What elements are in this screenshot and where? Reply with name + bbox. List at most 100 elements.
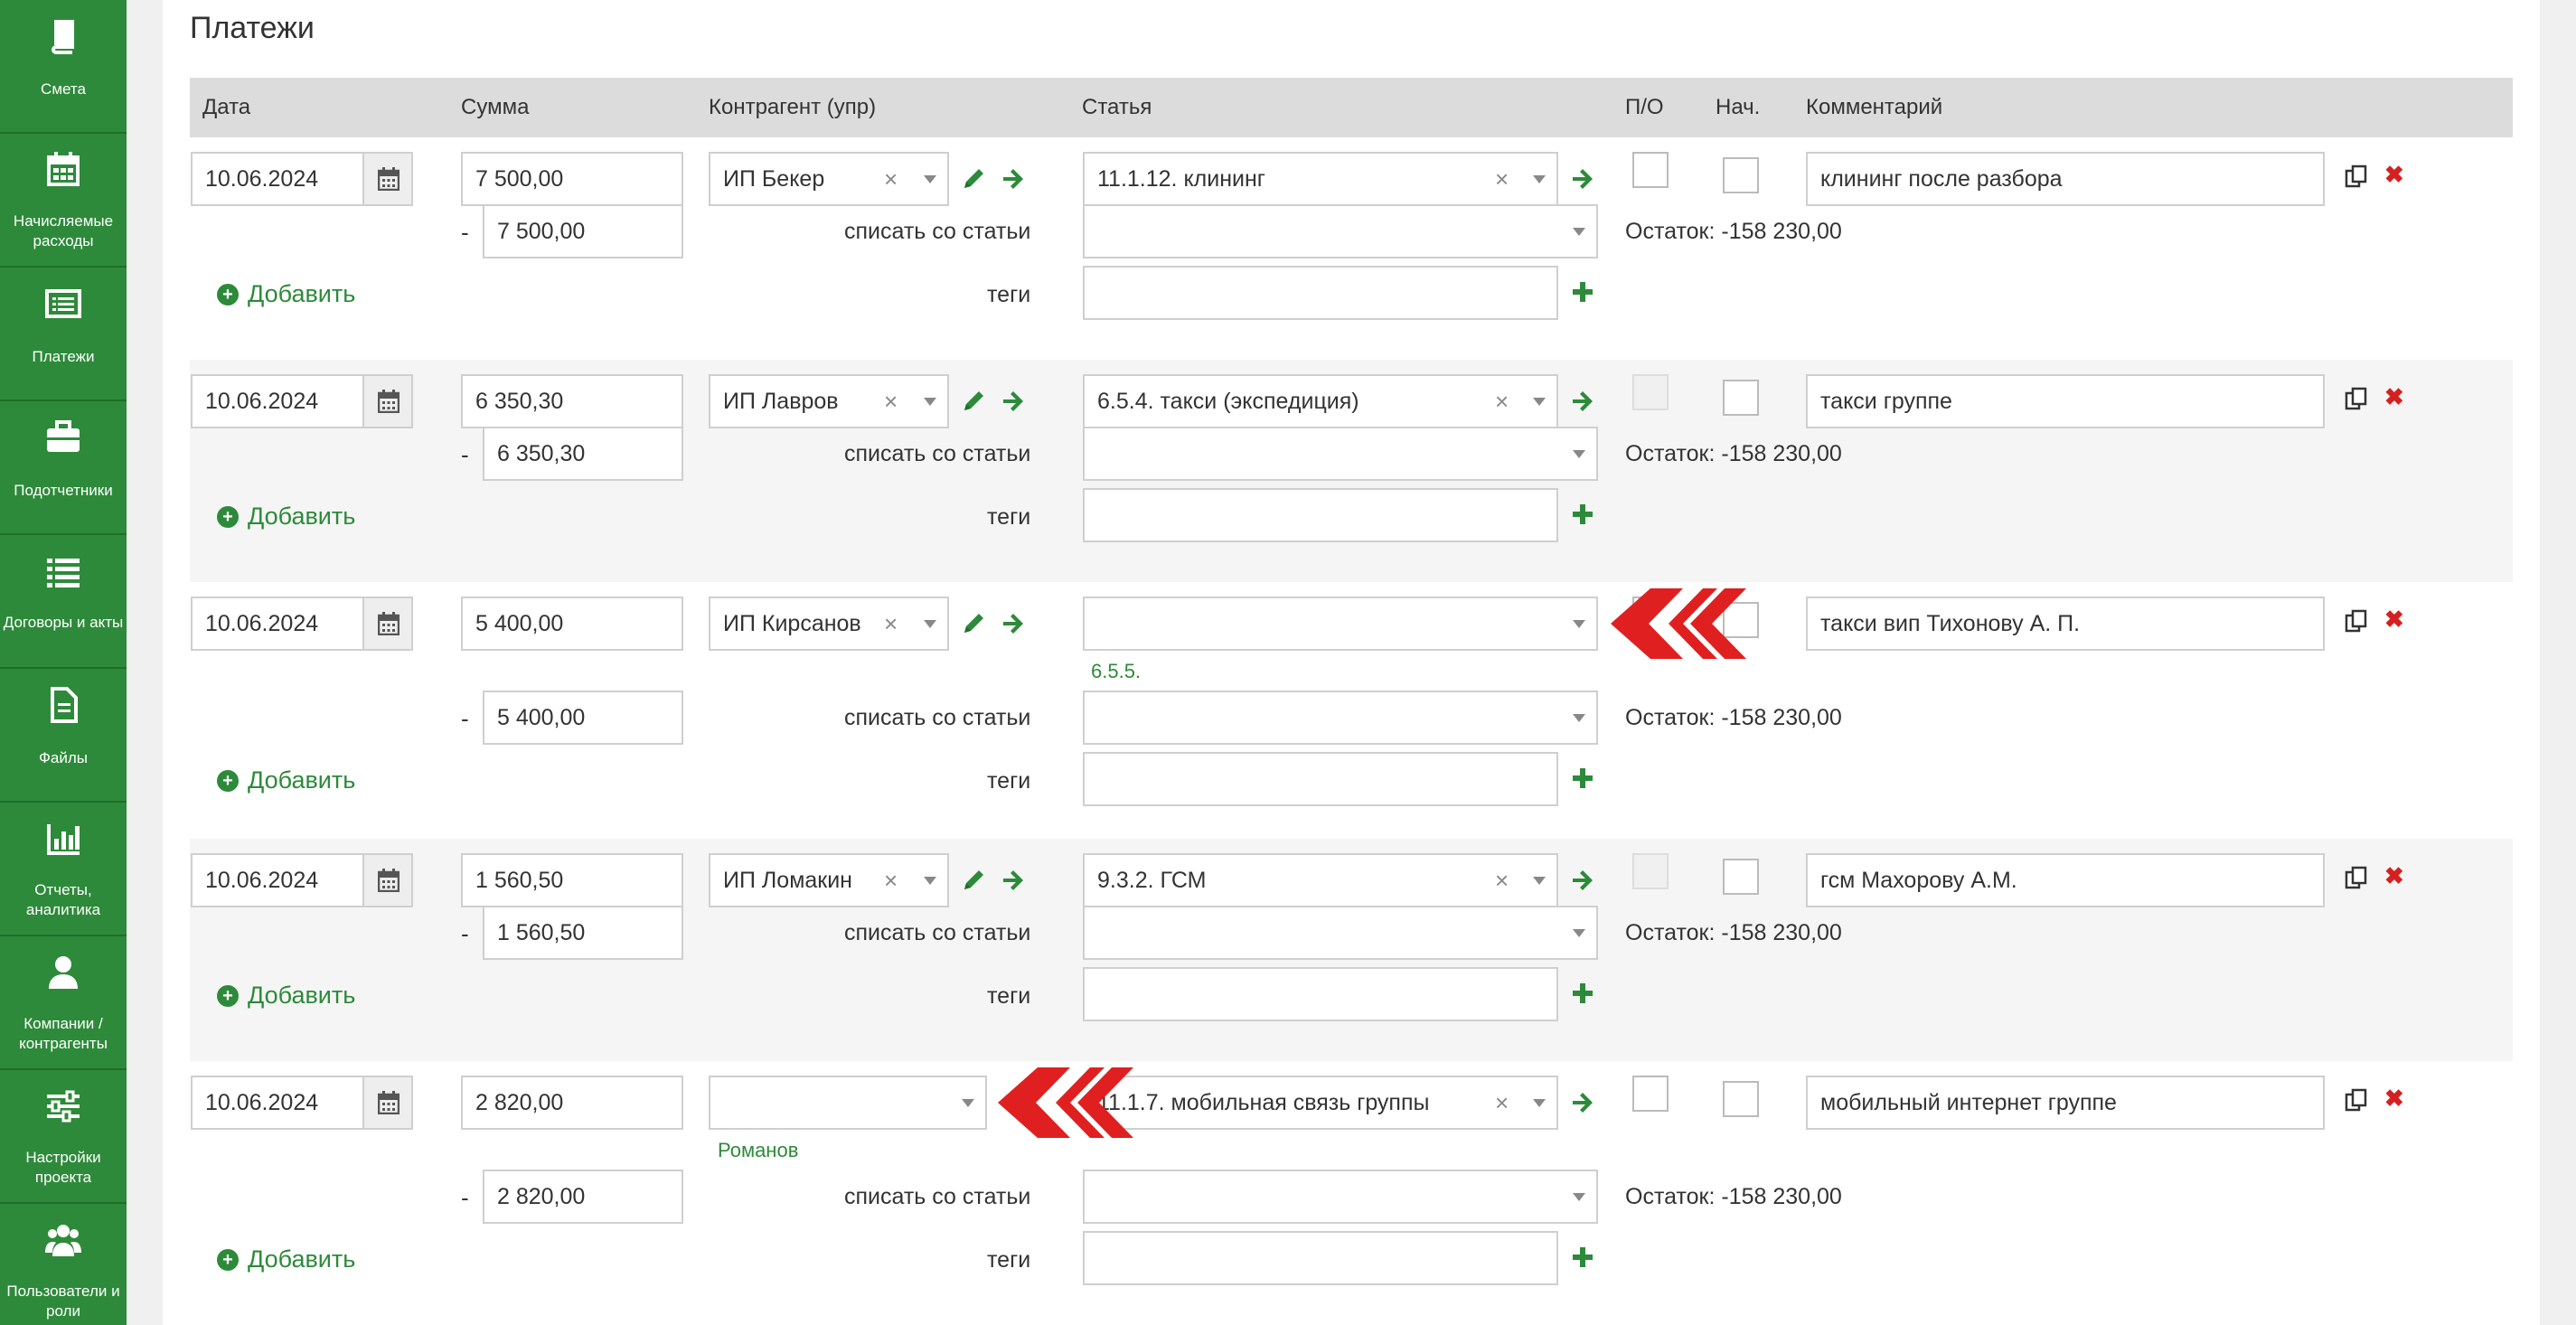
article-select[interactable]: 11.1.12. клининг ×	[1083, 152, 1558, 206]
chevron-down-icon[interactable]	[924, 175, 936, 183]
clear-icon[interactable]: ×	[884, 598, 898, 649]
chevron-down-icon[interactable]	[1573, 228, 1585, 236]
sum-input[interactable]: 7 500,00	[461, 152, 683, 206]
tags-input[interactable]	[1083, 967, 1558, 1021]
tags-input[interactable]	[1083, 1231, 1558, 1285]
clear-icon[interactable]: ×	[1495, 376, 1509, 427]
writeoff-sum-input[interactable]: 7 500,00	[483, 204, 683, 258]
sidebar-item-bar-chart[interactable]: Отчеты, аналитика	[0, 803, 127, 936]
nach-checkbox[interactable]	[1723, 859, 1759, 895]
article-select[interactable]: 11.1.7. мобильная связь группы ×	[1083, 1076, 1558, 1130]
add-button[interactable]: + Добавить	[217, 1245, 355, 1273]
nach-checkbox[interactable]	[1723, 380, 1759, 416]
delete-icon[interactable]: ✖	[2384, 1085, 2404, 1113]
comment-input[interactable]: гсм Махорову А.М.	[1806, 853, 2325, 907]
clear-icon[interactable]: ×	[1495, 855, 1509, 906]
writeoff-article-select[interactable]	[1083, 906, 1598, 960]
calendar-icon[interactable]	[362, 376, 411, 427]
comment-input[interactable]: клининг после разбора	[1806, 152, 2325, 206]
add-button[interactable]: + Добавить	[217, 280, 355, 308]
add-tag-plus-icon[interactable]	[1573, 504, 1593, 524]
nach-checkbox[interactable]	[1723, 157, 1759, 193]
add-button[interactable]: + Добавить	[217, 982, 355, 1010]
chevron-down-icon[interactable]	[924, 620, 936, 628]
add-tag-plus-icon[interactable]	[1573, 983, 1593, 1003]
delete-icon[interactable]: ✖	[2384, 606, 2404, 634]
add-button[interactable]: + Добавить	[217, 503, 355, 531]
date-input[interactable]: 10.06.2024	[191, 374, 413, 428]
calendar-icon[interactable]	[362, 1077, 411, 1128]
counterparty-select[interactable]: ИП Кирсанов ×	[709, 597, 949, 651]
tags-input[interactable]	[1083, 488, 1558, 542]
writeoff-article-select[interactable]	[1083, 691, 1598, 745]
chevron-down-icon[interactable]	[962, 1099, 974, 1107]
chevron-down-icon[interactable]	[924, 877, 936, 885]
writeoff-sum-input[interactable]: 2 820,00	[483, 1170, 683, 1224]
comment-input[interactable]: такси группе	[1806, 374, 2325, 428]
article-select[interactable]: 9.3.2. ГСМ ×	[1083, 853, 1558, 907]
chevron-down-icon[interactable]	[1573, 1193, 1585, 1201]
arrow-right-icon[interactable]	[1571, 390, 1594, 413]
writeoff-sum-input[interactable]: 1 560,50	[483, 906, 683, 960]
sidebar-item-calendar-grid[interactable]: Начисляемые расходы	[0, 134, 127, 268]
arrow-right-icon[interactable]	[1571, 869, 1594, 892]
po-checkbox[interactable]	[1632, 1076, 1669, 1112]
article-select[interactable]: 6.5.4. такси (экспедиция) ×	[1083, 374, 1558, 428]
sum-input[interactable]: 1 560,50	[461, 853, 683, 907]
calendar-icon[interactable]	[362, 154, 411, 204]
chevron-down-icon[interactable]	[924, 398, 936, 406]
arrow-right-icon[interactable]	[1001, 167, 1025, 191]
arrow-right-icon[interactable]	[1001, 390, 1025, 413]
date-input[interactable]: 10.06.2024	[191, 1076, 413, 1130]
clear-icon[interactable]: ×	[884, 855, 898, 906]
add-tag-plus-icon[interactable]	[1573, 282, 1593, 302]
calendar-icon[interactable]	[362, 598, 411, 649]
sidebar-item-list-card[interactable]: Платежи	[0, 268, 127, 401]
delete-icon[interactable]: ✖	[2384, 383, 2404, 411]
add-tag-plus-icon[interactable]	[1573, 1247, 1593, 1267]
writeoff-sum-input[interactable]: 5 400,00	[483, 691, 683, 745]
delete-icon[interactable]: ✖	[2384, 862, 2404, 890]
tags-input[interactable]	[1083, 752, 1558, 806]
copy-icon[interactable]	[2345, 387, 2368, 410]
counterparty-select[interactable]: ИП Бекер ×	[709, 152, 949, 206]
clear-icon[interactable]: ×	[884, 154, 898, 204]
sum-input[interactable]: 2 820,00	[461, 1076, 683, 1130]
sum-input[interactable]: 5 400,00	[461, 597, 683, 651]
edit-pencil-icon[interactable]	[962, 167, 985, 191]
arrow-right-icon[interactable]	[1001, 612, 1025, 635]
writeoff-article-select[interactable]	[1083, 1170, 1598, 1224]
clear-icon[interactable]: ×	[884, 376, 898, 427]
chevron-down-icon[interactable]	[1573, 929, 1585, 937]
sidebar-item-book[interactable]: Смета	[0, 0, 127, 134]
delete-icon[interactable]: ✖	[2384, 161, 2404, 189]
sum-input[interactable]: 6 350,30	[461, 374, 683, 428]
po-checkbox[interactable]	[1632, 853, 1669, 889]
edit-pencil-icon[interactable]	[962, 612, 985, 635]
add-button[interactable]: + Добавить	[217, 766, 355, 794]
po-checkbox[interactable]	[1632, 152, 1669, 188]
arrow-right-icon[interactable]	[1001, 869, 1025, 892]
tags-input[interactable]	[1083, 266, 1558, 320]
date-input[interactable]: 10.06.2024	[191, 597, 413, 651]
date-input[interactable]: 10.06.2024	[191, 853, 413, 907]
chevron-down-icon[interactable]	[1533, 877, 1546, 885]
chevron-down-icon[interactable]	[1533, 175, 1546, 183]
po-checkbox[interactable]	[1632, 374, 1669, 410]
writeoff-article-select[interactable]	[1083, 204, 1598, 258]
chevron-down-icon[interactable]	[1533, 1099, 1546, 1107]
clear-icon[interactable]: ×	[1495, 154, 1509, 204]
counterparty-select[interactable]: ИП Ломакин ×	[709, 853, 949, 907]
comment-input[interactable]: такси вип Тихонову А. П.	[1806, 597, 2325, 651]
copy-icon[interactable]	[2345, 164, 2368, 188]
writeoff-article-select[interactable]	[1083, 427, 1598, 481]
chevron-down-icon[interactable]	[1573, 450, 1585, 458]
nach-checkbox[interactable]	[1723, 1081, 1759, 1117]
edit-pencil-icon[interactable]	[962, 869, 985, 892]
date-input[interactable]: 10.06.2024	[191, 152, 413, 206]
copy-icon[interactable]	[2345, 609, 2368, 633]
writeoff-sum-input[interactable]: 6 350,30	[483, 427, 683, 481]
sidebar-item-user[interactable]: Компании / контрагенты	[0, 936, 127, 1070]
edit-pencil-icon[interactable]	[962, 390, 985, 413]
article-select[interactable]	[1083, 597, 1598, 651]
